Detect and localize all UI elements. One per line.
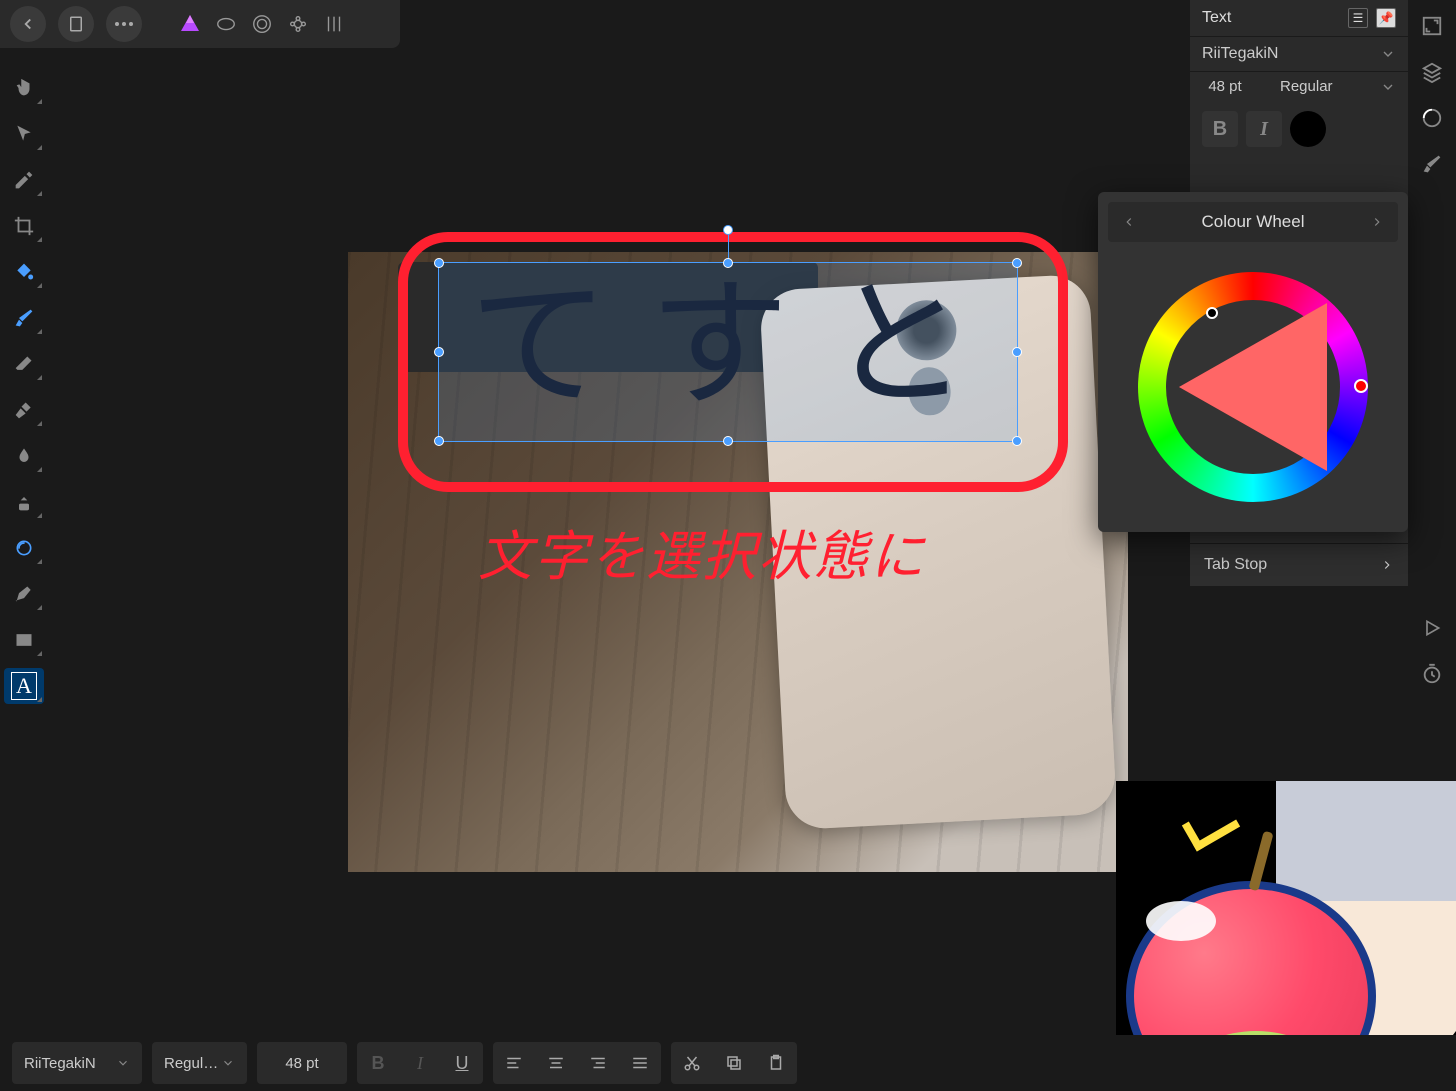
timer-icon[interactable] xyxy=(1418,660,1446,688)
left-toolbar: A xyxy=(0,60,48,714)
sv-handle[interactable] xyxy=(1206,307,1218,319)
clone-tool[interactable] xyxy=(4,484,44,520)
bold-button[interactable]: B xyxy=(357,1042,399,1084)
context-size-field[interactable]: 48 pt xyxy=(257,1042,347,1084)
cut-button[interactable] xyxy=(671,1042,713,1084)
resize-handle-bm[interactable] xyxy=(723,436,733,446)
align-right-button[interactable] xyxy=(577,1042,619,1084)
develop-persona-icon[interactable] xyxy=(286,12,310,36)
bold-button[interactable]: B xyxy=(1202,111,1238,147)
liquify-persona-icon[interactable] xyxy=(250,12,274,36)
align-left-button[interactable] xyxy=(493,1042,535,1084)
copy-button[interactable] xyxy=(713,1042,755,1084)
annotation-text: 文字を選択状態に xyxy=(478,512,926,591)
resize-handle-tr[interactable] xyxy=(1012,258,1022,268)
align-justify-button[interactable] xyxy=(619,1042,661,1084)
resize-handle-tl[interactable] xyxy=(434,258,444,268)
text-color-swatch[interactable] xyxy=(1290,111,1326,147)
crop-tool[interactable] xyxy=(4,208,44,244)
erase-tool[interactable] xyxy=(4,346,44,382)
colour-popover-title: Colour Wheel xyxy=(1202,212,1305,232)
chevron-right-icon[interactable] xyxy=(1370,215,1384,229)
text-selection-box[interactable]: てすと xyxy=(438,262,1018,442)
top-header xyxy=(0,0,400,48)
document-menu-button[interactable] xyxy=(58,6,94,42)
layers-icon[interactable] xyxy=(1418,58,1446,86)
selection-persona-icon[interactable] xyxy=(214,12,238,36)
italic-button[interactable]: I xyxy=(1246,111,1282,147)
hand-tool[interactable] xyxy=(4,70,44,106)
hue-handle[interactable] xyxy=(1354,379,1368,393)
panel-pin-icon[interactable]: 📌 xyxy=(1376,8,1396,28)
rotation-handle[interactable] xyxy=(723,225,733,235)
chevron-down-icon xyxy=(1380,46,1396,62)
sv-triangle[interactable] xyxy=(1179,303,1327,471)
fill-tool[interactable] xyxy=(4,254,44,290)
canvas-text-content[interactable]: てすと xyxy=(439,263,1017,431)
resize-handle-mr[interactable] xyxy=(1012,347,1022,357)
resize-handle-bl[interactable] xyxy=(434,436,444,446)
move-tool[interactable] xyxy=(4,116,44,152)
resize-handle-br[interactable] xyxy=(1012,436,1022,446)
font-size-field[interactable]: 48 pt xyxy=(1190,72,1260,101)
photo-persona-icon[interactable] xyxy=(178,12,202,36)
text-panel-header: Text ☰ 📌 xyxy=(1190,0,1408,36)
more-menu-button[interactable] xyxy=(106,6,142,42)
font-name: RiiTegakiN xyxy=(1202,45,1372,63)
play-icon[interactable] xyxy=(1418,614,1446,642)
tabstop-section[interactable]: Tab Stop xyxy=(1190,543,1408,586)
pen-tool[interactable] xyxy=(4,576,44,612)
chevron-right-icon xyxy=(1380,558,1394,572)
brush-panel-icon[interactable] xyxy=(1418,150,1446,178)
underline-button[interactable]: U xyxy=(441,1042,483,1084)
tonemap-persona-icon[interactable] xyxy=(322,12,346,36)
context-font-dropdown[interactable]: RiiTegakiN xyxy=(12,1042,142,1084)
align-center-button[interactable] xyxy=(535,1042,577,1084)
clipboard-button-group xyxy=(671,1042,797,1084)
context-toolbar: RiiTegakiN Regul… 48 pt B I U xyxy=(0,1035,1456,1091)
style-button-group: B I U xyxy=(357,1042,483,1084)
back-button[interactable] xyxy=(10,6,46,42)
chevron-down-icon xyxy=(116,1056,130,1070)
paste-button[interactable] xyxy=(755,1042,797,1084)
text-tool[interactable]: A xyxy=(4,668,44,704)
align-button-group xyxy=(493,1042,661,1084)
colour-wheel[interactable] xyxy=(1138,272,1368,502)
resize-handle-ml[interactable] xyxy=(434,347,444,357)
burn-tool[interactable] xyxy=(4,438,44,474)
context-weight-dropdown[interactable]: Regul… xyxy=(152,1042,247,1084)
paint-brush-tool[interactable] xyxy=(4,300,44,336)
italic-button[interactable]: I xyxy=(399,1042,441,1084)
history-icon[interactable] xyxy=(1418,104,1446,132)
font-dropdown[interactable]: RiiTegakiN xyxy=(1190,36,1408,71)
panel-list-icon[interactable]: ☰ xyxy=(1348,8,1368,28)
color-picker-tool[interactable] xyxy=(4,162,44,198)
rectangle-tool[interactable] xyxy=(4,622,44,658)
colour-wheel-popover[interactable]: Colour Wheel xyxy=(1098,192,1408,532)
chevron-down-icon xyxy=(221,1056,235,1070)
font-weight-dropdown[interactable]: Regular xyxy=(1268,72,1408,101)
right-studio-column xyxy=(1408,0,1456,700)
smudge-tool[interactable] xyxy=(4,392,44,428)
chevron-down-icon xyxy=(1380,79,1396,95)
text-panel-title: Text xyxy=(1202,9,1231,27)
fullscreen-icon[interactable] xyxy=(1418,12,1446,40)
healing-tool[interactable] xyxy=(4,530,44,566)
resize-handle-tm[interactable] xyxy=(723,258,733,268)
chevron-left-icon[interactable] xyxy=(1122,215,1136,229)
